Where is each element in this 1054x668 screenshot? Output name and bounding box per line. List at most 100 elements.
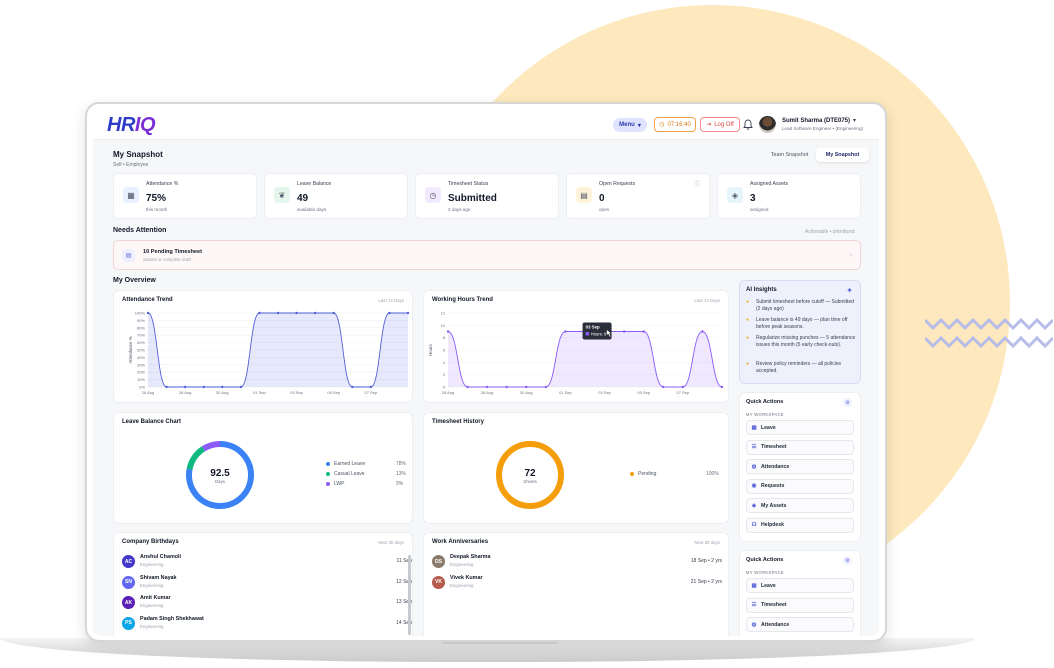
action-icon: ◉ bbox=[751, 483, 757, 489]
x-tick-label: 03 Sep bbox=[290, 390, 303, 395]
list-item[interactable]: DS Deepak Sharma Engineering 18 Sep • 2 yrs bbox=[432, 553, 722, 573]
quick-action-leave[interactable]: ▦ Leave bbox=[746, 578, 854, 593]
kpi-value: 49 bbox=[297, 193, 309, 204]
data-point[interactable] bbox=[662, 385, 665, 389]
quick-action-timesheet[interactable]: ☰ Timesheet bbox=[746, 439, 854, 455]
info-icon[interactable]: ⓘ bbox=[694, 179, 700, 188]
menu-button[interactable]: Menu ▾ bbox=[613, 118, 647, 132]
quick-action-my-assets[interactable]: ◈ My Assets bbox=[746, 498, 854, 513]
list-item[interactable]: PS Padam Singh Shekhawat Engineering 14 Sep bbox=[122, 615, 412, 635]
data-point[interactable] bbox=[642, 330, 645, 333]
quick-action-timesheet[interactable]: ☰ Timesheet bbox=[746, 597, 854, 613]
data-point[interactable] bbox=[388, 311, 391, 315]
clock-icon: ◷ bbox=[425, 187, 441, 203]
data-point[interactable] bbox=[332, 311, 335, 315]
kpi-card[interactable]: ❦ Leave Balance 49 available days bbox=[264, 173, 408, 219]
quick-action-attendance[interactable]: ◍ Attendance bbox=[746, 459, 854, 474]
data-point[interactable] bbox=[544, 385, 548, 389]
person-date: 18 Sep • 2 yrs bbox=[690, 558, 722, 564]
quick-action-helpdesk[interactable]: ☊ Helpdesk bbox=[746, 517, 854, 533]
y-tick-label: 0% bbox=[139, 385, 145, 390]
legend-item[interactable]: Earned Leave bbox=[326, 461, 365, 467]
data-point[interactable] bbox=[221, 385, 224, 389]
settings-icon[interactable]: ⚙ bbox=[843, 556, 852, 565]
bell-icon[interactable] bbox=[743, 119, 753, 130]
tab-team-snapshot[interactable]: Team Snapshot bbox=[763, 148, 816, 162]
list-item[interactable]: VK Vivek Kumar Engineering 21 Sep • 2 yrs bbox=[432, 574, 722, 594]
donut-slice[interactable] bbox=[186, 446, 206, 470]
tab-my-snapshot[interactable]: My Snapshot bbox=[816, 148, 869, 162]
data-point[interactable] bbox=[239, 385, 243, 389]
data-point[interactable] bbox=[466, 385, 469, 389]
person-department: Engineering bbox=[140, 562, 164, 567]
data-point[interactable] bbox=[485, 385, 489, 389]
data-point[interactable] bbox=[446, 330, 450, 333]
hriq-logo[interactable]: HRIQ bbox=[107, 114, 156, 137]
kpi-label: Assigned Assets bbox=[750, 181, 789, 187]
y-tick-label: 100% bbox=[135, 311, 146, 316]
legend-item[interactable]: LWP bbox=[326, 481, 344, 487]
quick-actions-card: Quick Actions ⚙ MY WORKSPACE ▦ Leave ☰ Time… bbox=[739, 392, 861, 542]
data-point[interactable] bbox=[369, 385, 373, 389]
data-point[interactable] bbox=[505, 385, 508, 389]
legend-item[interactable]: Casual Leave bbox=[326, 471, 365, 477]
data-point[interactable] bbox=[276, 311, 280, 315]
action-label: Leave bbox=[761, 582, 776, 589]
kpi-caption: available days bbox=[297, 207, 327, 212]
person-department: Engineering bbox=[140, 603, 164, 608]
list-item[interactable]: SN Shivam Nayak Engineering 12 Sep bbox=[122, 574, 412, 594]
donut-slice[interactable] bbox=[201, 441, 221, 452]
x-tick-label: 07 Sep bbox=[365, 390, 378, 395]
chevron-down-icon[interactable]: ▾ bbox=[853, 117, 856, 124]
data-point[interactable] bbox=[258, 311, 261, 315]
list-item[interactable]: AC Anshul Chamoli Engineering 11 Sep bbox=[122, 553, 412, 573]
top-bar: HRIQ Menu ▾ ◷ 07:16:40 ⇥ Log Off Sumit Shar… bbox=[93, 110, 879, 140]
legend-item[interactable]: Pending bbox=[630, 471, 656, 477]
x-tick-label: 01 Sep bbox=[253, 390, 266, 395]
data-point[interactable] bbox=[622, 330, 626, 333]
person-date: 21 Sep • 2 yrs bbox=[690, 578, 722, 585]
data-point[interactable] bbox=[564, 330, 567, 333]
data-point[interactable] bbox=[701, 330, 704, 333]
clock-badge[interactable]: ◷ 07:16:40 bbox=[654, 117, 696, 132]
list-item[interactable]: PBParth BhardwajEngineering15 Sep bbox=[122, 635, 412, 636]
quick-action-leave[interactable]: ▦ Leave bbox=[746, 420, 854, 435]
kpi-card[interactable]: ◷ Timesheet Status Submitted 2 days ago bbox=[415, 173, 559, 219]
data-point[interactable] bbox=[146, 311, 150, 315]
marketing-stage: HRIQ Menu ▾ ◷ 07:16:40 ⇥ Log Off Sumit Shar… bbox=[0, 0, 1054, 668]
data-point[interactable] bbox=[406, 311, 410, 315]
y-tick-label: 10 bbox=[441, 323, 446, 328]
quick-action-requests[interactable]: ◉ Requests bbox=[746, 478, 854, 494]
data-point[interactable] bbox=[313, 311, 317, 315]
user-avatar[interactable] bbox=[759, 116, 776, 133]
action-label: Requests bbox=[761, 483, 785, 489]
y-axis-label: Attendance % bbox=[128, 336, 133, 363]
data-point[interactable] bbox=[351, 385, 354, 389]
data-point[interactable] bbox=[681, 385, 685, 389]
data-point[interactable] bbox=[183, 385, 187, 389]
birthdays-title: Company Birthdays bbox=[122, 539, 179, 545]
data-point[interactable] bbox=[165, 385, 168, 389]
log-off-button[interactable]: ⇥ Log Off bbox=[700, 117, 740, 132]
donut-center-label: Days bbox=[215, 479, 226, 484]
person-department: Engineering bbox=[450, 582, 474, 588]
data-point[interactable] bbox=[202, 385, 205, 389]
legend-label: Earned Leave bbox=[334, 461, 366, 467]
quick-action-attendance[interactable]: ◍ Attendance bbox=[746, 617, 854, 632]
kpi-card[interactable]: ▤ Open Requests 0 open ⓘ bbox=[566, 173, 710, 219]
avatar: AK bbox=[122, 596, 135, 609]
data-point[interactable] bbox=[525, 385, 528, 389]
data-point[interactable] bbox=[295, 311, 298, 315]
data-point[interactable] bbox=[720, 385, 724, 389]
calendar-icon: ▦ bbox=[123, 187, 139, 203]
person-department: Engineering bbox=[450, 562, 474, 567]
quick-actions-title: Quick Actions bbox=[746, 557, 784, 563]
birthday-scrollbar[interactable] bbox=[408, 555, 411, 635]
kpi-caption: 2 days ago bbox=[448, 207, 471, 212]
user-name[interactable]: Sumit Sharma (DTE075) bbox=[782, 118, 850, 124]
kpi-card[interactable]: ▦ Attendance % 75% this month bbox=[113, 173, 257, 219]
pending-timesheet-alert[interactable]: ▤ 10 Pending Timesheet Submit or complet… bbox=[113, 240, 861, 270]
settings-icon[interactable]: ⚙ bbox=[843, 398, 852, 407]
list-item[interactable]: AK Amit Kumar Engineering 13 Sep bbox=[122, 594, 412, 614]
kpi-card[interactable]: ◈ Assigned Assets 3 assigned bbox=[717, 173, 861, 219]
